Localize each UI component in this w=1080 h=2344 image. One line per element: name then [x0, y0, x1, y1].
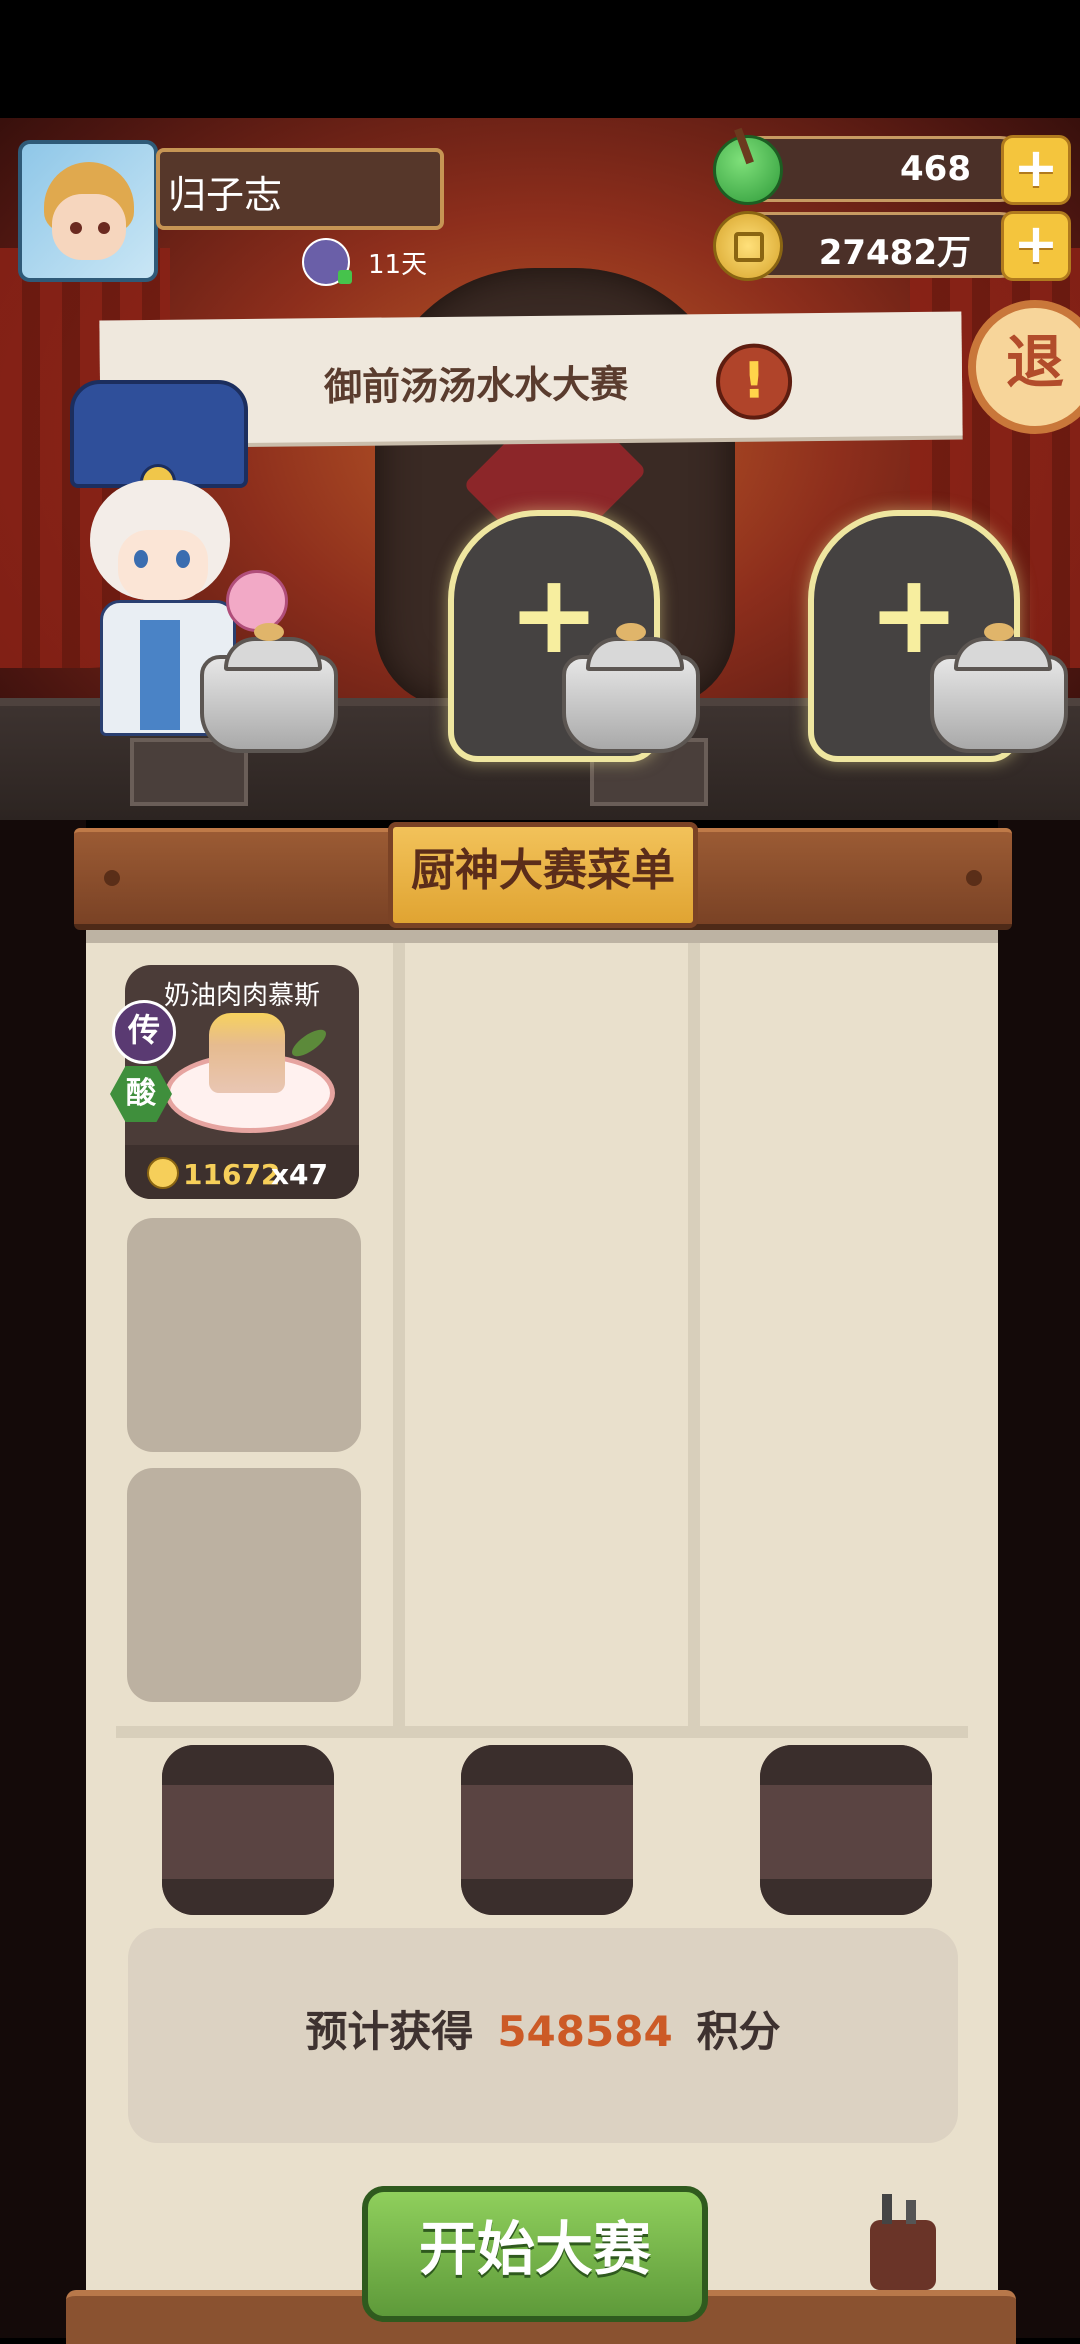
cooking-pot: [562, 623, 700, 753]
jade-resource-bar: 468 +: [713, 135, 1071, 205]
estimate-suffix: 积分: [696, 2007, 781, 2056]
player-avatar[interactable]: [18, 140, 158, 282]
add-chef-icon: +: [507, 550, 601, 678]
coin-icon: [713, 211, 783, 281]
coin-resource-bar: 27482万 +: [713, 211, 1071, 281]
days-label: 11天: [368, 250, 428, 280]
avatar-eye: [98, 222, 110, 234]
empty-dish-slot[interactable]: [127, 1468, 361, 1702]
cooking-pot: [930, 623, 1068, 753]
chef-face: [118, 530, 208, 600]
column-divider: [393, 943, 405, 1733]
dish-price: 11672: [147, 1157, 280, 1191]
add-coins-button[interactable]: +: [1001, 211, 1071, 281]
mini-avatar-icon: [302, 238, 352, 286]
helper-seat-2[interactable]: [461, 1745, 633, 1915]
add-jade-button[interactable]: +: [1001, 135, 1071, 205]
column-divider: [688, 943, 700, 1733]
coin-count: 27482万: [818, 233, 971, 273]
estimate-points: 548584: [497, 2007, 673, 2056]
coin-icon: [147, 1157, 179, 1189]
start-contest-button[interactable]: 开始大赛: [362, 2186, 708, 2322]
player-name-plate: 归子志: [156, 148, 444, 230]
chef-eye: [134, 550, 148, 568]
nail: [104, 870, 120, 886]
add-chef-icon: +: [867, 550, 961, 678]
estimate-row: 预计获得 548584 积分: [128, 1998, 958, 2059]
avatar-eye: [70, 222, 82, 234]
jade-count: 468: [900, 149, 971, 189]
menu-title: 厨神大赛菜单: [388, 822, 698, 928]
alert-icon[interactable]: !: [715, 343, 793, 421]
estimate-panel: 预计获得 548584 积分: [128, 1928, 958, 2143]
garnish-leaf: [288, 1024, 330, 1062]
side-panel-right: [998, 820, 1080, 2338]
dish-price-value: 11672: [183, 1158, 281, 1191]
avatar-face: [52, 194, 126, 260]
mousse-icon: [209, 1013, 285, 1093]
helper-seat-1[interactable]: [162, 1745, 334, 1915]
shelf-divider: [116, 1726, 968, 1738]
empty-dish-slot[interactable]: [127, 1218, 361, 1452]
estimate-prefix: 预计获得: [305, 2007, 474, 2056]
chef-flower: [226, 570, 288, 632]
chef-sash: [140, 620, 180, 730]
dish-quantity: x47: [271, 1158, 329, 1191]
rarity-badge: 传: [112, 1000, 176, 1064]
cooking-pot: [200, 623, 338, 753]
chef-eye: [176, 550, 190, 568]
knife-block-icon: [870, 2194, 936, 2290]
player-name: 归子志: [168, 173, 283, 217]
side-panel-left: [0, 820, 86, 2338]
nail: [966, 870, 982, 886]
jade-icon: [713, 135, 783, 205]
helper-seat-3[interactable]: [760, 1745, 932, 1915]
